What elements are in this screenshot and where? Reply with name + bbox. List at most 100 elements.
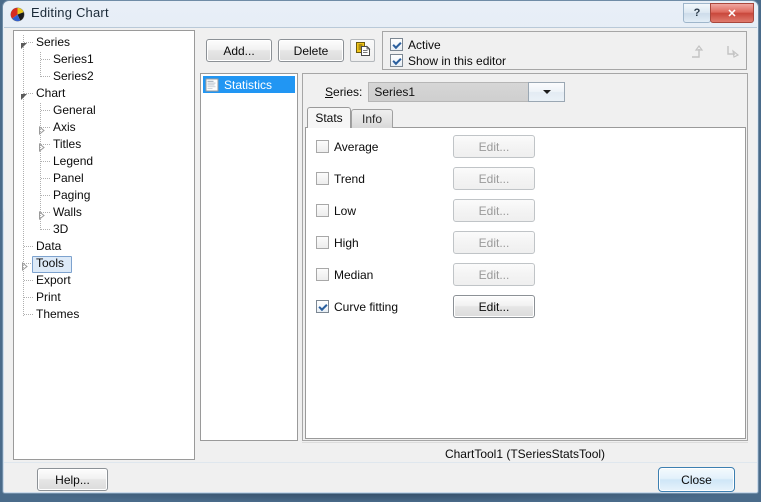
stat-median-checkbox[interactable] — [316, 268, 329, 281]
sidebar-item-print[interactable]: Print — [14, 289, 194, 306]
sidebar-item-legend[interactable]: Legend — [14, 153, 194, 170]
help-caption-label: ? — [693, 7, 701, 19]
sidebar-item-series2[interactable]: Series2 — [14, 68, 194, 85]
tool-status-text: ChartTool1 (TSeriesStatsTool) — [444, 447, 606, 461]
tools-editor-area: Add... Delete Active Show in this editor… — [200, 30, 748, 485]
stat-average-checkbox[interactable] — [316, 140, 329, 153]
stat-trend-checkbox[interactable] — [316, 172, 329, 185]
show-in-editor-checkbox-label: Show in this editor — [408, 53, 507, 68]
stat-average-checkbox-row[interactable]: Average — [316, 139, 378, 154]
editing-chart-dialog: Editing Chart ? ✕ Series Series1 Series2 Ch… — [0, 0, 761, 502]
sidebar-item-label: Themes — [36, 307, 80, 321]
tab-info-label: Info — [361, 112, 382, 126]
sidebar-item-chart[interactable]: Chart — [14, 85, 194, 102]
tree-guide-line — [41, 59, 50, 60]
tab-stats[interactable]: Stats — [307, 107, 351, 128]
sidebar-item-label: Data — [36, 239, 62, 253]
sidebar-item-label: 3D — [53, 222, 69, 236]
window-titlebar[interactable]: Editing Chart ? ✕ — [3, 1, 758, 27]
add-button[interactable]: Add... — [206, 39, 272, 62]
tree-guide-line — [24, 42, 33, 43]
stat-curve-fitting-checkbox[interactable] — [316, 300, 329, 313]
caption-button-group: ? ✕ — [683, 3, 754, 24]
tools-toolbar: Add... Delete Active Show in this editor — [200, 30, 748, 72]
sidebar-item-label: Axis — [53, 120, 76, 134]
sidebar-item-export[interactable]: Export — [14, 272, 194, 289]
move-down-arrow-icon[interactable] — [723, 42, 743, 62]
tree-guide-line — [41, 229, 50, 230]
series-combobox-dropdown-button[interactable] — [528, 82, 566, 102]
sidebar-item-themes[interactable]: Themes — [14, 306, 194, 323]
sidebar-item-paging[interactable]: Paging — [14, 187, 194, 204]
sidebar-item-walls[interactable]: Walls — [14, 204, 194, 221]
tab-info[interactable]: Info — [351, 109, 393, 128]
clone-button[interactable] — [350, 39, 375, 62]
stat-low-checkbox[interactable] — [316, 204, 329, 217]
stat-row: Median Edit... — [316, 263, 736, 287]
tools-listbox[interactable]: Statistics — [200, 73, 298, 441]
sidebar-item-series1[interactable]: Series1 — [14, 51, 194, 68]
sidebar-item-label: Paging — [53, 188, 91, 202]
show-in-editor-checkbox[interactable] — [390, 54, 403, 67]
pie-chart-icon — [10, 7, 25, 22]
tab-stats-label: Stats — [315, 111, 343, 125]
tool-detail-panel: Series: Series1 Stats Info Average Edit.… — [302, 73, 748, 441]
sidebar-item-panel[interactable]: Panel — [14, 170, 194, 187]
sidebar-item-series[interactable]: Series — [14, 34, 194, 51]
sidebar-item-3d[interactable]: 3D — [14, 221, 194, 238]
delete-button[interactable]: Delete — [278, 39, 344, 62]
stat-average-edit-button: Edit... — [453, 135, 535, 158]
sidebar-item-label: Titles — [53, 137, 82, 151]
help-button[interactable]: Help... — [37, 468, 108, 491]
list-item-label: Statistics — [224, 77, 273, 92]
stat-trend-checkbox-row[interactable]: Trend — [316, 171, 365, 186]
window-title: Editing Chart — [31, 5, 109, 20]
active-checkbox[interactable] — [390, 38, 403, 51]
tree-guide-line — [41, 161, 50, 162]
edit-button-label: Edit... — [478, 203, 510, 218]
stat-curve-fitting-checkbox-row[interactable]: Curve fitting — [316, 299, 398, 314]
series-combobox[interactable]: Series1 — [368, 82, 566, 102]
list-item[interactable]: Statistics — [203, 76, 295, 93]
settings-tree[interactable]: Series Series1 Series2 Chart General Axis Titl… — [14, 31, 194, 323]
stat-label: High — [334, 235, 359, 250]
chevron-down-icon — [542, 90, 551, 94]
sidebar-item-titles[interactable]: Titles — [14, 136, 194, 153]
series-combobox-value[interactable]: Series1 — [368, 82, 529, 102]
sidebar-item-tools[interactable]: Tools — [14, 255, 194, 273]
sidebar-item-general[interactable]: General — [14, 102, 194, 119]
stat-median-checkbox-row[interactable]: Median — [316, 267, 373, 282]
stat-label: Trend — [334, 171, 365, 186]
sidebar-item-label: Walls — [53, 205, 82, 219]
stat-low-checkbox-row[interactable]: Low — [316, 203, 356, 218]
settings-tree-panel[interactable]: Series Series1 Series2 Chart General Axis Titl… — [13, 30, 195, 460]
move-up-arrow-icon[interactable] — [688, 42, 708, 62]
stat-curve-fitting-edit-button[interactable]: Edit... — [453, 295, 535, 318]
stat-high-checkbox[interactable] — [316, 236, 329, 249]
tree-guide-line — [24, 297, 33, 298]
active-checkbox-label: Active — [408, 37, 441, 52]
tree-guide-line — [24, 93, 33, 94]
sidebar-item-label: Tools — [36, 256, 65, 270]
help-caption-button[interactable]: ? — [683, 3, 711, 23]
detail-tabstrip: Stats Info — [305, 107, 747, 128]
close-button[interactable]: Close — [658, 467, 735, 492]
sidebar-item-label: Series2 — [53, 69, 94, 83]
active-checkbox-row[interactable]: Active — [390, 37, 441, 52]
edit-button-label: Edit... — [478, 171, 510, 186]
sidebar-item-label: Legend — [53, 154, 94, 168]
sidebar-item-data[interactable]: Data — [14, 238, 194, 255]
stat-row: Low Edit... — [316, 199, 736, 223]
stat-median-edit-button: Edit... — [453, 263, 535, 286]
sidebar-item-label: General — [53, 103, 96, 117]
sidebar-item-axis[interactable]: Axis — [14, 119, 194, 136]
stat-label: Curve fitting — [334, 299, 399, 314]
stat-row: Curve fitting Edit... — [316, 295, 736, 319]
sidebar-item-label: Chart — [36, 86, 66, 100]
close-caption-button[interactable]: ✕ — [710, 3, 754, 23]
show-in-editor-checkbox-row[interactable]: Show in this editor — [390, 53, 506, 68]
tree-guide-line — [41, 144, 50, 145]
series-selector-row: Series: Series1 — [325, 82, 745, 102]
document-list-icon — [205, 78, 219, 92]
stat-high-checkbox-row[interactable]: High — [316, 235, 359, 250]
